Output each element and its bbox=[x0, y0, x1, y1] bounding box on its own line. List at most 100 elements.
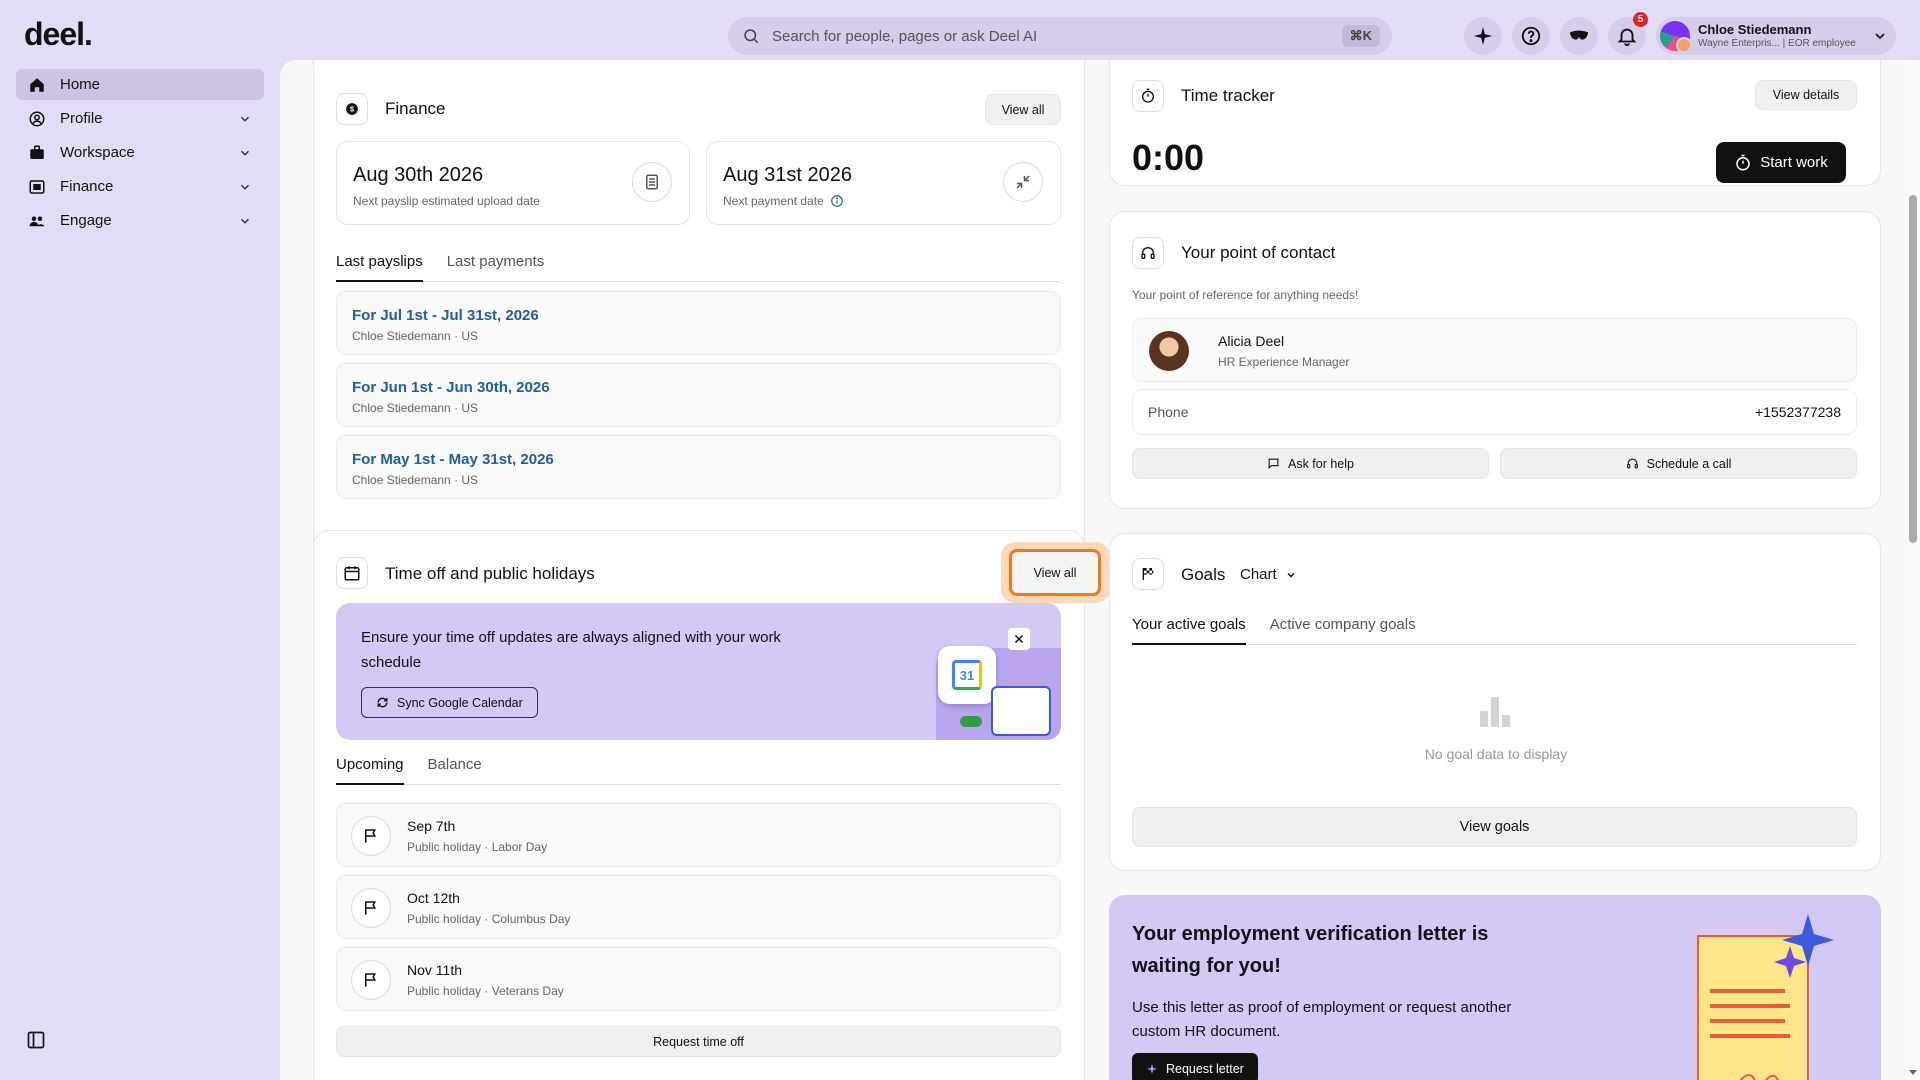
sync-button-label: Sync Google Calendar bbox=[397, 695, 523, 710]
search-icon bbox=[744, 29, 759, 44]
people-icon bbox=[29, 216, 45, 226]
sidebar-item-home[interactable]: Home bbox=[16, 69, 264, 100]
tab-upcoming[interactable]: Upcoming bbox=[336, 756, 404, 785]
sidebar-item-engage[interactable]: Engage bbox=[16, 205, 264, 236]
collapse-arrows-icon bbox=[1016, 175, 1030, 189]
notifications-button[interactable]: 5 bbox=[1608, 12, 1648, 55]
time-off-view-all-button[interactable]: View all bbox=[1009, 549, 1101, 596]
holiday-icon-circle bbox=[351, 960, 391, 1000]
sidebar-item-finance[interactable]: Finance bbox=[16, 171, 264, 202]
ai-sparkle-button[interactable] bbox=[1464, 17, 1502, 55]
sync-google-calendar-button[interactable]: Sync Google Calendar bbox=[361, 687, 538, 718]
time-off-tabs: Upcoming Balance bbox=[336, 756, 1061, 785]
bell-icon bbox=[1617, 28, 1637, 47]
request-letter-button[interactable]: Request letter bbox=[1132, 1053, 1258, 1080]
contact-person-row[interactable]: Alicia Deel HR Experience Manager bbox=[1132, 318, 1857, 382]
employment-letter-card: Your employment verification letter is w… bbox=[1109, 895, 1881, 1080]
scrollbar-track[interactable] bbox=[1906, 60, 1920, 1080]
calendar-sync-banner: Ensure your time off updates are always … bbox=[336, 603, 1061, 740]
headset-icon bbox=[1141, 247, 1155, 259]
sidebar-item-label: Finance bbox=[60, 178, 114, 195]
contact-name: Alicia Deel bbox=[1218, 333, 1285, 349]
payslip-sub: Chloe Stiedemann · US bbox=[352, 401, 479, 415]
payslip-icon-circle bbox=[632, 162, 672, 202]
payslip-sub: Chloe Stiedemann · US bbox=[352, 473, 479, 487]
payslip-row[interactable]: For Jul 1st - Jul 31st, 2026 Chloe Stied… bbox=[336, 291, 1061, 355]
home-icon bbox=[30, 77, 44, 92]
time-tracker-icon-box bbox=[1132, 80, 1164, 112]
payslip-row[interactable]: For May 1st - May 31st, 2026 Chloe Stied… bbox=[336, 435, 1061, 499]
payslip-sub: Chloe Stiedemann · US bbox=[352, 329, 479, 343]
finance-title: Finance bbox=[385, 99, 446, 118]
goals-title: Goals bbox=[1181, 565, 1226, 584]
user-subtitle: Wayne Enterpris... | EOR employee bbox=[1698, 37, 1856, 49]
banner-close-button[interactable] bbox=[1008, 628, 1030, 650]
search-bar[interactable]: ⌘K bbox=[728, 17, 1392, 55]
goals-icon-box bbox=[1132, 558, 1164, 590]
scroll-down-arrow-icon[interactable] bbox=[1909, 1068, 1917, 1076]
holiday-sub: Public holiday · Columbus Day bbox=[407, 912, 571, 926]
chevron-down-icon bbox=[1875, 33, 1885, 40]
stopwatch-icon bbox=[1736, 154, 1750, 170]
info-icon[interactable] bbox=[830, 194, 844, 208]
time-off-title: Time off and public holidays bbox=[385, 564, 595, 583]
tracker-time: 0:00 bbox=[1132, 137, 1205, 178]
time-tracker-title: Time tracker bbox=[1181, 86, 1275, 105]
holiday-sub: Public holiday · Labor Day bbox=[407, 840, 548, 854]
time-off-card: Time off and public holidays View all En… bbox=[313, 530, 1110, 1080]
google-calendar-icon: 31 bbox=[938, 646, 996, 704]
next-payment-box: Aug 31st 2026 Next payment date bbox=[706, 141, 1061, 225]
stopwatch-icon bbox=[1142, 88, 1154, 103]
request-letter-label: Request letter bbox=[1166, 1061, 1244, 1076]
tab-last-payments[interactable]: Last payments bbox=[447, 253, 545, 281]
next-payment-label: Next payment date bbox=[723, 194, 824, 208]
phone-value[interactable]: +1552377238 bbox=[1755, 404, 1841, 420]
goals-card: Goals Chart Your active goals Active com… bbox=[1109, 533, 1881, 871]
holiday-row[interactable]: Sep 7th Public holiday · Labor Day bbox=[336, 803, 1061, 867]
next-payslip-box: Aug 30th 2026 Next payslip estimated upl… bbox=[336, 141, 690, 225]
help-icon bbox=[1521, 26, 1541, 46]
payment-icon-circle bbox=[1003, 162, 1043, 202]
finance-tabs: Last payslips Last payments bbox=[336, 253, 1061, 282]
search-input[interactable] bbox=[772, 27, 1342, 45]
tab-last-payslips[interactable]: Last payslips bbox=[336, 253, 423, 282]
tab-balance[interactable]: Balance bbox=[428, 756, 482, 784]
briefcase-icon bbox=[30, 145, 44, 159]
profile-icon bbox=[29, 111, 45, 126]
mask-button[interactable] bbox=[1560, 17, 1598, 55]
tab-your-active-goals[interactable]: Your active goals bbox=[1132, 616, 1246, 645]
scrollbar-thumb[interactable] bbox=[1909, 195, 1917, 543]
ask-for-help-button[interactable]: Ask for help bbox=[1132, 448, 1489, 479]
contact-subtitle: Your point of reference for anything nee… bbox=[1132, 288, 1359, 302]
finance-card: $ Finance View all Aug 30th 2026 Next pa… bbox=[313, 60, 1085, 565]
schedule-call-button[interactable]: Schedule a call bbox=[1500, 448, 1857, 479]
holiday-date: Oct 12th bbox=[407, 890, 460, 906]
start-work-button[interactable]: Start work bbox=[1716, 142, 1846, 183]
finance-view-all-button[interactable]: View all bbox=[985, 94, 1061, 125]
view-goals-button[interactable]: View goals bbox=[1132, 807, 1857, 847]
payslip-period[interactable]: For Jun 1st - Jun 30th, 2026 bbox=[352, 379, 550, 396]
sidebar-item-profile[interactable]: Profile bbox=[16, 103, 264, 134]
sidebar-item-workspace[interactable]: Workspace bbox=[16, 137, 264, 168]
help-button[interactable] bbox=[1512, 17, 1550, 55]
payslip-period[interactable]: For Jul 1st - Jul 31st, 2026 bbox=[352, 307, 539, 324]
user-name: Chloe Stiedemann bbox=[1698, 22, 1812, 38]
payslip-row[interactable]: For Jun 1st - Jun 30th, 2026 Chloe Stied… bbox=[336, 363, 1061, 427]
user-menu[interactable]: Chloe Stiedemann Wayne Enterpris... | EO… bbox=[1656, 17, 1896, 55]
holiday-row[interactable]: Oct 12th Public holiday · Columbus Day bbox=[336, 875, 1061, 939]
flag-icon bbox=[365, 901, 376, 915]
view-details-button[interactable]: View details bbox=[1755, 80, 1857, 110]
next-payslip-label: Next payslip estimated upload date bbox=[353, 194, 540, 208]
calendar-icon bbox=[344, 566, 360, 581]
sidebar-collapse-icon[interactable] bbox=[26, 1030, 46, 1050]
sparkle-icon bbox=[1473, 26, 1493, 46]
contact-role: HR Experience Manager bbox=[1218, 355, 1350, 369]
holiday-sub: Public holiday · Veterans Day bbox=[407, 984, 564, 998]
request-time-off-button[interactable]: Request time off bbox=[336, 1026, 1061, 1057]
holiday-row[interactable]: Nov 11th Public holiday · Veterans Day bbox=[336, 947, 1061, 1011]
tab-active-company-goals[interactable]: Active company goals bbox=[1270, 616, 1416, 644]
finance-card-icon-box: $ bbox=[336, 93, 368, 125]
goals-view-mode-dropdown[interactable]: Chart bbox=[1240, 566, 1297, 583]
deel-logo[interactable]: deel. bbox=[24, 16, 93, 53]
payslip-period[interactable]: For May 1st - May 31st, 2026 bbox=[352, 451, 554, 468]
